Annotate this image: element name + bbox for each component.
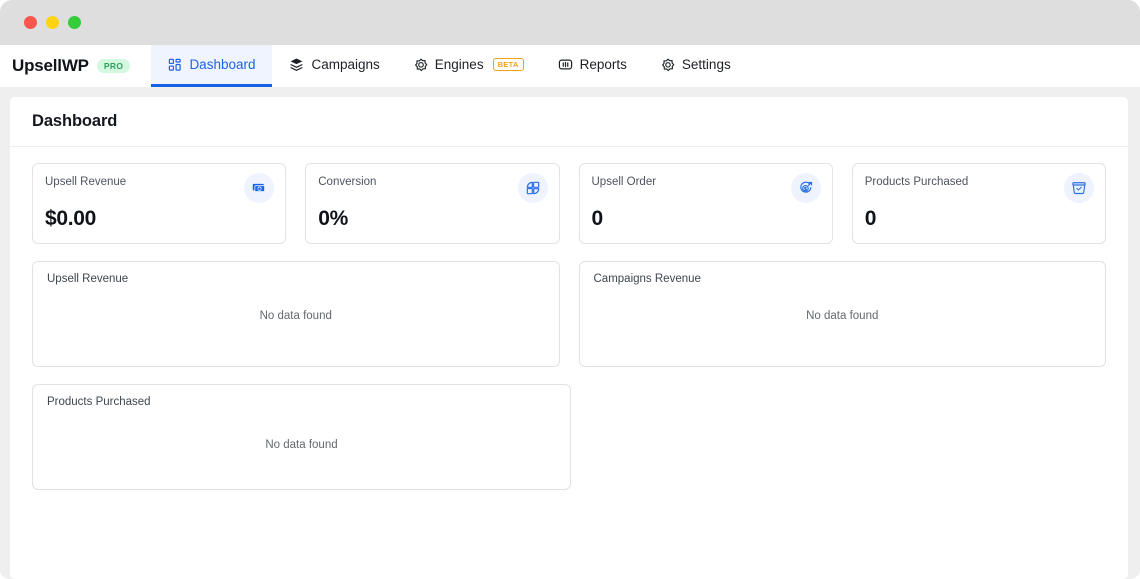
nav-item-label: Reports: [579, 57, 627, 72]
panel-campaigns-revenue: Campaigns Revenue No data found: [578, 261, 1106, 367]
target-icon: [414, 57, 428, 72]
page-title: Dashboard: [32, 112, 118, 130]
brand-logo[interactable]: UpsellWP PRO: [0, 45, 138, 87]
panel-title: Upsell Revenue: [47, 273, 129, 285]
dashboard-content-card: Dashboard Upsell Revenue $0.00 Conversio…: [10, 97, 1128, 579]
panel-empty-state: No data found: [265, 439, 338, 452]
panel-title: Campaigns Revenue: [593, 273, 701, 285]
stat-cards-row: Upsell Revenue $0.00 Conversion 0% Upsel…: [32, 163, 1106, 244]
close-window-button[interactable]: [24, 16, 37, 29]
conversion-icon: [517, 173, 548, 203]
app-window: UpsellWP PRO Dashboard Campaigns Engines…: [0, 0, 1140, 579]
window-titlebar: [0, 0, 1140, 45]
dashboard-body: Upsell Revenue $0.00 Conversion 0% Upsel…: [10, 147, 1128, 490]
nav-item-settings[interactable]: Settings: [644, 45, 748, 87]
stat-card-label: Products Purchased: [864, 176, 969, 188]
nav-item-label: Engines: [434, 57, 484, 72]
money-icon: [244, 173, 275, 203]
top-navigation-bar: UpsellWP PRO Dashboard Campaigns Engines…: [0, 45, 1140, 87]
panel-empty-state: No data found: [259, 310, 332, 323]
panel-empty-state: No data found: [806, 310, 879, 323]
stat-card-label: Conversion: [318, 176, 377, 188]
stat-card-value: 0: [591, 207, 604, 230]
dollar-target-icon: [790, 173, 821, 203]
browser-viewport: UpsellWP PRO Dashboard Campaigns Engines…: [0, 45, 1140, 579]
report-chart-icon: [558, 57, 573, 72]
stat-card-value: 0: [864, 207, 877, 230]
stat-card-products-purchased: Products Purchased 0: [851, 163, 1106, 244]
panels-row-top: Upsell Revenue No data found Campaigns R…: [32, 261, 1106, 367]
stat-card-upsell-revenue: Upsell Revenue $0.00: [32, 163, 287, 244]
panel-title: Products Purchased: [47, 396, 151, 408]
nav-items: Dashboard Campaigns Engines BETA Reports…: [151, 45, 747, 87]
panels-row-bottom: Products Purchased No data found: [32, 384, 1106, 490]
stat-card-conversion: Conversion 0%: [305, 163, 560, 244]
nav-item-campaigns[interactable]: Campaigns: [272, 45, 396, 87]
stat-card-label: Upsell Order: [591, 176, 657, 188]
grid-icon: [168, 58, 182, 72]
basket-check-icon: [1064, 173, 1094, 203]
layers-icon: [289, 57, 304, 72]
nav-item-label: Campaigns: [311, 57, 380, 72]
nav-item-label: Settings: [681, 57, 731, 72]
pro-badge: PRO: [96, 59, 131, 73]
nav-item-reports[interactable]: Reports: [541, 45, 644, 87]
nav-item-label: Dashboard: [189, 57, 256, 72]
nav-item-dashboard[interactable]: Dashboard: [151, 45, 273, 87]
beta-badge: BETA: [492, 58, 524, 71]
stat-card-label: Upsell Revenue: [45, 176, 127, 188]
minimize-window-button[interactable]: [46, 16, 59, 29]
page-header: Dashboard: [10, 97, 1128, 147]
stat-card-value: $0.00: [45, 207, 97, 230]
stat-card-value: 0%: [318, 207, 349, 230]
gear-icon: [661, 57, 675, 72]
panel-upsell-revenue: Upsell Revenue No data found: [32, 261, 560, 367]
nav-item-engines[interactable]: Engines BETA: [397, 45, 541, 87]
traffic-lights: [24, 16, 81, 29]
stat-card-upsell-order: Upsell Order 0: [578, 163, 833, 244]
panel-products-purchased: Products Purchased No data found: [32, 384, 571, 490]
maximize-window-button[interactable]: [68, 16, 81, 29]
brand-name: UpsellWP: [12, 56, 89, 75]
